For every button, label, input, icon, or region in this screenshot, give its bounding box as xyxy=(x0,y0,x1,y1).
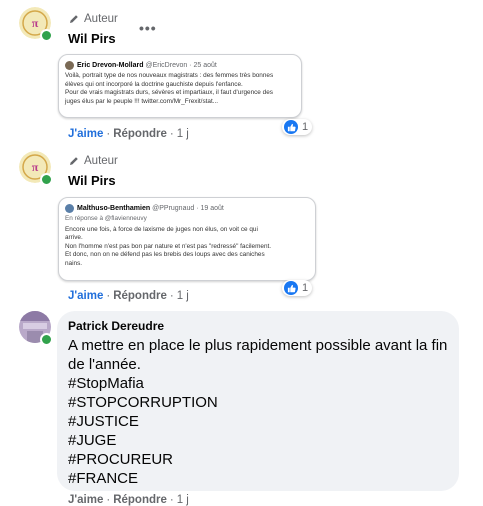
pencil-icon xyxy=(70,15,78,23)
tweet-author: Malthuso-Benthamien xyxy=(77,205,151,212)
hashtag[interactable]: #JUSTICE xyxy=(68,412,218,431)
reaction-count[interactable]: 1 xyxy=(282,280,313,296)
commenter-name[interactable]: Patrick Dereudre xyxy=(68,319,164,333)
hashtag[interactable]: #JUGE xyxy=(68,431,218,450)
tweet-handle: @PPrugnaud · 19 août xyxy=(152,205,224,212)
author-badge: Auteur xyxy=(68,155,118,167)
tweet-line: Et donc, non on ne défend pas les brebis… xyxy=(65,251,265,259)
hashtag[interactable]: #FRANCE xyxy=(68,469,218,488)
separator: · xyxy=(106,290,111,302)
thumbs-up-icon xyxy=(284,120,298,134)
reply-button[interactable]: Répondre xyxy=(113,128,167,140)
embedded-tweet[interactable]: Eric Drevon-Mollard @EricDrevon · 25 aoû… xyxy=(58,54,302,118)
tweet-line: Pour de vrais magistrats durs, sévères e… xyxy=(65,89,273,97)
commenter-name[interactable]: Wil Pirs xyxy=(68,173,116,188)
more-options-icon[interactable]: ••• xyxy=(139,20,157,36)
tweet-author: Eric Drevon-Mollard xyxy=(77,62,144,69)
reply-button[interactable]: Répondre xyxy=(113,494,167,506)
reaction-number: 1 xyxy=(302,282,309,294)
tweet-line: Non l'homme n'est pas bon par nature et … xyxy=(65,242,272,250)
hashtag[interactable]: #STOPCORRUPTION xyxy=(68,393,218,412)
comment-actions: J'aime · Répondre · 1 j xyxy=(68,290,189,302)
reaction-count[interactable]: 1 xyxy=(282,119,313,135)
tweet-avatar xyxy=(65,204,74,213)
embedded-tweet[interactable]: Malthuso-Benthamien @PPrugnaud · 19 août… xyxy=(58,197,316,281)
hashtag[interactable]: #StopMafia xyxy=(68,374,218,393)
hashtag[interactable]: #PROCUREUR xyxy=(68,450,218,469)
separator: · xyxy=(169,494,174,506)
comment-actions: J'aime · Répondre · 1 j xyxy=(68,494,189,506)
thumbs-up-icon xyxy=(284,281,298,295)
like-button[interactable]: J'aime xyxy=(68,290,103,302)
pencil-icon xyxy=(70,157,78,165)
svg-text:π: π xyxy=(32,16,39,30)
comment-bubble: Patrick Dereudre A mettre en place le pl… xyxy=(57,311,459,491)
reply-button[interactable]: Répondre xyxy=(113,290,167,302)
author-badge: Auteur xyxy=(68,13,118,25)
timestamp[interactable]: 1 j xyxy=(177,494,189,506)
online-indicator xyxy=(40,333,53,346)
author-badge-label: Auteur xyxy=(84,155,118,167)
tweet-line: arrive. xyxy=(65,234,83,242)
tweet-text: Voilà, portrait type de nos nouveaux mag… xyxy=(59,72,301,110)
separator: · xyxy=(106,494,111,506)
timestamp[interactable]: 1 j xyxy=(177,128,189,140)
author-badge-label: Auteur xyxy=(84,13,118,25)
reaction-number: 1 xyxy=(302,121,309,133)
comment-actions: J'aime · Répondre · 1 j xyxy=(68,128,189,140)
tweet-avatar xyxy=(65,61,74,70)
tweet-reply-to: En réponse à @flavienneuvy xyxy=(65,215,147,222)
separator: · xyxy=(169,290,174,302)
tweet-line: Encore une fois, à force de laxisme de j… xyxy=(65,225,258,233)
separator: · xyxy=(106,128,111,140)
tweet-line: juges élus par le peuple !!! twitter.com… xyxy=(65,97,219,105)
like-button[interactable]: J'aime xyxy=(68,494,103,506)
tweet-line: nains. xyxy=(65,259,83,267)
online-indicator xyxy=(40,173,53,186)
separator: · xyxy=(169,128,174,140)
commenter-name[interactable]: Wil Pirs xyxy=(68,31,116,46)
comment-text: A mettre en place le plus rapidement pos… xyxy=(68,337,448,373)
timestamp[interactable]: 1 j xyxy=(177,290,189,302)
online-indicator xyxy=(40,29,53,42)
tweet-handle: @EricDrevon · 25 août xyxy=(145,62,217,69)
tweet-line: élèves qui ont incorporé la doctrine gau… xyxy=(65,80,243,88)
hashtag-list: #StopMafia #STOPCORRUPTION #JUSTICE #JUG… xyxy=(68,374,218,488)
tweet-line: Voilà, portrait type de nos nouveaux mag… xyxy=(65,72,274,79)
like-button[interactable]: J'aime xyxy=(68,128,103,140)
tweet-text: En réponse à @flavienneuvy Encore une fo… xyxy=(59,215,315,273)
svg-text:π: π xyxy=(32,160,39,174)
